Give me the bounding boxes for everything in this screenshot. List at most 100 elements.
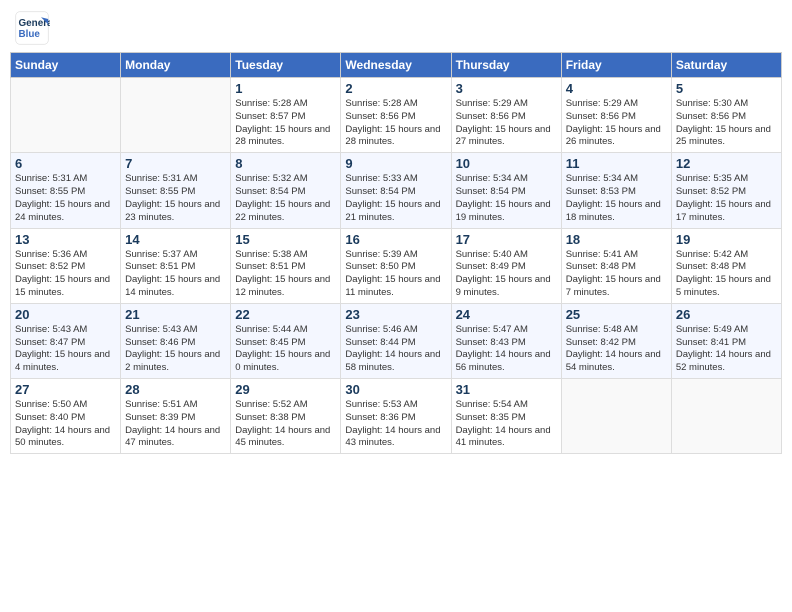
calendar-cell: 24Sunrise: 5:47 AMSunset: 8:43 PMDayligh… <box>451 303 561 378</box>
day-number: 1 <box>235 81 336 96</box>
sunset-text: Sunset: 8:35 PM <box>456 412 557 425</box>
day-number: 14 <box>125 232 226 247</box>
calendar-cell: 30Sunrise: 5:53 AMSunset: 8:36 PMDayligh… <box>341 379 451 454</box>
calendar-week-row: 27Sunrise: 5:50 AMSunset: 8:40 PMDayligh… <box>11 379 782 454</box>
calendar-cell <box>671 379 781 454</box>
sunrise-text: Sunrise: 5:29 AM <box>566 98 667 111</box>
calendar-cell: 4Sunrise: 5:29 AMSunset: 8:56 PMDaylight… <box>561 78 671 153</box>
day-number: 3 <box>456 81 557 96</box>
calendar-cell: 5Sunrise: 5:30 AMSunset: 8:56 PMDaylight… <box>671 78 781 153</box>
sunrise-text: Sunrise: 5:36 AM <box>15 249 116 262</box>
svg-text:Blue: Blue <box>19 29 41 40</box>
calendar-cell: 3Sunrise: 5:29 AMSunset: 8:56 PMDaylight… <box>451 78 561 153</box>
calendar-cell: 1Sunrise: 5:28 AMSunset: 8:57 PMDaylight… <box>231 78 341 153</box>
daylight-text: Daylight: 14 hours and 58 minutes. <box>345 349 446 375</box>
day-number: 16 <box>345 232 446 247</box>
sunrise-text: Sunrise: 5:51 AM <box>125 399 226 412</box>
calendar-cell: 21Sunrise: 5:43 AMSunset: 8:46 PMDayligh… <box>121 303 231 378</box>
calendar-cell: 28Sunrise: 5:51 AMSunset: 8:39 PMDayligh… <box>121 379 231 454</box>
calendar-week-row: 13Sunrise: 5:36 AMSunset: 8:52 PMDayligh… <box>11 228 782 303</box>
sunset-text: Sunset: 8:48 PM <box>566 261 667 274</box>
daylight-text: Daylight: 15 hours and 27 minutes. <box>456 124 557 150</box>
day-number: 6 <box>15 156 116 171</box>
day-number: 19 <box>676 232 777 247</box>
daylight-text: Daylight: 15 hours and 21 minutes. <box>345 199 446 225</box>
calendar-cell <box>561 379 671 454</box>
day-number: 30 <box>345 382 446 397</box>
sunrise-text: Sunrise: 5:54 AM <box>456 399 557 412</box>
sunset-text: Sunset: 8:57 PM <box>235 111 336 124</box>
day-number: 10 <box>456 156 557 171</box>
day-number: 26 <box>676 307 777 322</box>
sunset-text: Sunset: 8:46 PM <box>125 337 226 350</box>
sunrise-text: Sunrise: 5:50 AM <box>15 399 116 412</box>
sunset-text: Sunset: 8:48 PM <box>676 261 777 274</box>
weekday-header-monday: Monday <box>121 53 231 78</box>
sunrise-text: Sunrise: 5:28 AM <box>235 98 336 111</box>
sunrise-text: Sunrise: 5:53 AM <box>345 399 446 412</box>
day-number: 4 <box>566 81 667 96</box>
calendar-cell: 18Sunrise: 5:41 AMSunset: 8:48 PMDayligh… <box>561 228 671 303</box>
day-number: 28 <box>125 382 226 397</box>
daylight-text: Daylight: 15 hours and 28 minutes. <box>345 124 446 150</box>
sunset-text: Sunset: 8:43 PM <box>456 337 557 350</box>
day-number: 24 <box>456 307 557 322</box>
calendar-cell: 17Sunrise: 5:40 AMSunset: 8:49 PMDayligh… <box>451 228 561 303</box>
daylight-text: Daylight: 15 hours and 26 minutes. <box>566 124 667 150</box>
logo-icon: General Blue <box>14 10 50 46</box>
weekday-header-wednesday: Wednesday <box>341 53 451 78</box>
day-number: 20 <box>15 307 116 322</box>
calendar-cell: 10 Sunrise: 5:34 AMSunset: 8:54 PMDayligh… <box>451 153 561 228</box>
daylight-text: Daylight: 15 hours and 0 minutes. <box>235 349 336 375</box>
calendar-cell: 13Sunrise: 5:36 AMSunset: 8:52 PMDayligh… <box>11 228 121 303</box>
sunset-text: Sunset: 8:54 PM <box>235 186 336 199</box>
sunset-text: Sunset: 8:41 PM <box>676 337 777 350</box>
day-number: 22 <box>235 307 336 322</box>
daylight-text: Daylight: 15 hours and 5 minutes. <box>676 274 777 300</box>
calendar-cell: 8Sunrise: 5:32 AMSunset: 8:54 PMDaylight… <box>231 153 341 228</box>
page-header: General Blue <box>10 10 782 46</box>
day-number: 9 <box>345 156 446 171</box>
sunrise-text: Sunrise: 5:52 AM <box>235 399 336 412</box>
calendar-cell: 9Sunrise: 5:33 AMSunset: 8:54 PMDaylight… <box>341 153 451 228</box>
sunrise-text: Sunrise: 5:35 AM <box>676 173 777 186</box>
daylight-text: Daylight: 15 hours and 12 minutes. <box>235 274 336 300</box>
day-number: 31 <box>456 382 557 397</box>
sunset-text: Sunset: 8:52 PM <box>676 186 777 199</box>
day-number: 15 <box>235 232 336 247</box>
sunset-text: Sunset: 8:56 PM <box>456 111 557 124</box>
sunset-text: Sunset: 8:53 PM <box>566 186 667 199</box>
sunrise-text: Sunrise: 5:43 AM <box>125 324 226 337</box>
sunset-text: Sunset: 8:54 PM <box>456 186 557 199</box>
sunset-text: Sunset: 8:45 PM <box>235 337 336 350</box>
day-number: 17 <box>456 232 557 247</box>
day-number: 23 <box>345 307 446 322</box>
sunrise-text: Sunrise: 5:34 AM <box>456 173 557 186</box>
sunset-text: Sunset: 8:42 PM <box>566 337 667 350</box>
daylight-text: Daylight: 15 hours and 25 minutes. <box>676 124 777 150</box>
sunset-text: Sunset: 8:38 PM <box>235 412 336 425</box>
day-number: 21 <box>125 307 226 322</box>
weekday-header-friday: Friday <box>561 53 671 78</box>
day-number: 5 <box>676 81 777 96</box>
calendar-cell: 11Sunrise: 5:34 AMSunset: 8:53 PMDayligh… <box>561 153 671 228</box>
daylight-text: Daylight: 14 hours and 50 minutes. <box>15 425 116 451</box>
sunset-text: Sunset: 8:36 PM <box>345 412 446 425</box>
sunset-text: Sunset: 8:44 PM <box>345 337 446 350</box>
sunset-text: Sunset: 8:47 PM <box>15 337 116 350</box>
sunrise-text: Sunrise: 5:47 AM <box>456 324 557 337</box>
calendar-cell: 27Sunrise: 5:50 AMSunset: 8:40 PMDayligh… <box>11 379 121 454</box>
daylight-text: Daylight: 15 hours and 19 minutes. <box>456 199 557 225</box>
sunrise-text: Sunrise: 5:31 AM <box>15 173 116 186</box>
daylight-text: Daylight: 15 hours and 9 minutes. <box>456 274 557 300</box>
sunset-text: Sunset: 8:52 PM <box>15 261 116 274</box>
daylight-text: Daylight: 14 hours and 54 minutes. <box>566 349 667 375</box>
calendar-cell: 2Sunrise: 5:28 AMSunset: 8:56 PMDaylight… <box>341 78 451 153</box>
sunset-text: Sunset: 8:39 PM <box>125 412 226 425</box>
daylight-text: Daylight: 15 hours and 17 minutes. <box>676 199 777 225</box>
day-number: 29 <box>235 382 336 397</box>
weekday-header-row: SundayMondayTuesdayWednesdayThursdayFrid… <box>11 53 782 78</box>
calendar-cell: 25Sunrise: 5:48 AMSunset: 8:42 PMDayligh… <box>561 303 671 378</box>
sunrise-text: Sunrise: 5:40 AM <box>456 249 557 262</box>
day-number: 8 <box>235 156 336 171</box>
